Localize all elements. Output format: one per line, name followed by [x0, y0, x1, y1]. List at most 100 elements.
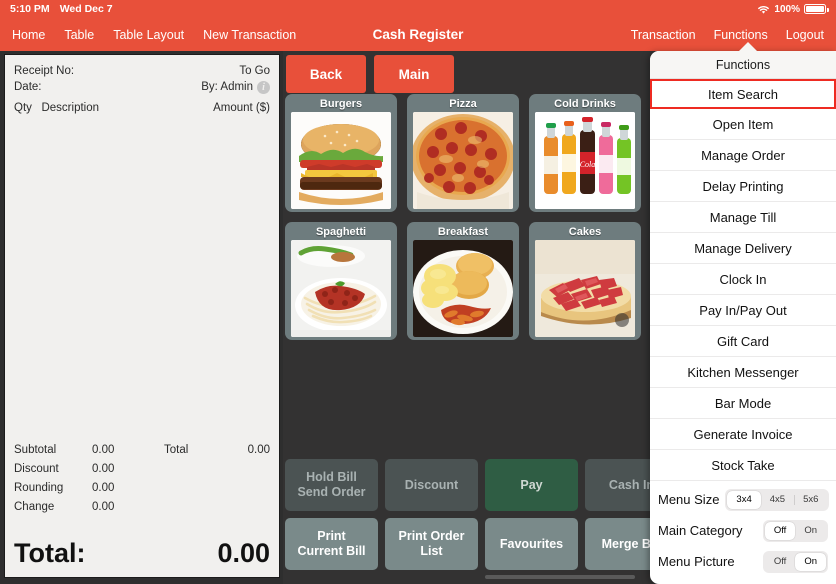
functions-dropdown-menu: Functions Item Search Open Item Manage O… [650, 51, 836, 584]
receipt-operator: By: Admin [201, 81, 253, 93]
menu-stock-take[interactable]: Stock Take [650, 450, 836, 481]
setting-menu-size: Menu Size 3x4 4x5 5x6 [650, 484, 836, 515]
setting-label: Main Category [658, 523, 743, 538]
main-button[interactable]: Main [374, 55, 454, 93]
menu-size-option-5x6[interactable]: 5x6 [794, 491, 827, 509]
pay-button[interactable]: Pay [485, 459, 578, 511]
navigation-bar: Cash Register Home Table Table Layout Ne… [0, 18, 836, 51]
spaghetti-photo [291, 240, 391, 337]
status-time: 5:10 PM [10, 3, 50, 15]
category-tile-cold-drinks[interactable]: Cold Drinks Cola [529, 94, 641, 212]
pizza-photo [413, 112, 513, 209]
menu-kitchen-messenger[interactable]: Kitchen Messenger [650, 357, 836, 388]
menu-pay-in-pay-out[interactable]: Pay In/Pay Out [650, 295, 836, 326]
home-indicator [484, 575, 635, 579]
grand-total-label: Total: [14, 538, 86, 568]
menu-size-option-3x4[interactable]: 3x4 [727, 490, 761, 509]
receipt-header: Receipt No: To Go Date: By: Admin i Qty … [5, 55, 279, 117]
wifi-icon [757, 5, 770, 15]
favourites-button[interactable]: Favourites [485, 518, 578, 570]
column-header-qty: Qty [14, 102, 32, 114]
category-tile-pizza[interactable]: Pizza [407, 94, 519, 212]
summary-value-change: 0.00 [92, 501, 115, 513]
menu-bar-mode[interactable]: Bar Mode [650, 388, 836, 419]
hold-bill-send-order-button[interactable]: Hold Bill Send Order [285, 459, 378, 511]
discount-button[interactable]: Discount [385, 459, 478, 511]
tile-label: Spaghetti [315, 226, 367, 238]
summary-value-total: 0.00 [247, 444, 270, 456]
main-category-option-on[interactable]: On [795, 522, 826, 540]
tile-label: Cakes [568, 226, 602, 238]
status-date: Wed Dec 7 [59, 3, 113, 15]
nav-table-layout[interactable]: Table Layout [113, 28, 184, 42]
menu-manage-delivery[interactable]: Manage Delivery [650, 233, 836, 264]
setting-menu-picture: Menu Picture Off On [650, 546, 836, 577]
tile-label: Pizza [449, 98, 477, 110]
summary-label-change: Change [14, 501, 55, 513]
cash-register-app: 5:10 PM Wed Dec 7 100% Cash Register Hom… [0, 0, 836, 584]
summary-label-discount: Discount [14, 463, 59, 475]
category-tile-burgers[interactable]: Burgers [285, 94, 397, 212]
menu-generate-invoice[interactable]: Generate Invoice [650, 419, 836, 450]
dropdown-header: Functions [650, 51, 836, 79]
category-tile-breakfast[interactable]: Breakfast [407, 222, 519, 340]
summary-value-rounding: 0.00 [92, 482, 115, 494]
nav-home[interactable]: Home [12, 28, 45, 42]
category-tile-spaghetti[interactable]: Spaghetti [285, 222, 397, 340]
menu-picture-segmented-control[interactable]: Off On [762, 550, 828, 573]
receipt-summary: Subtotal 0.00 Total 0.00 Discount 0.00 R… [5, 442, 279, 577]
status-bar: 5:10 PM Wed Dec 7 100% [0, 0, 836, 18]
breakfast-photo [413, 240, 513, 337]
menu-size-option-4x5[interactable]: 4x5 [761, 491, 794, 509]
menu-picture-option-off[interactable]: Off [765, 553, 796, 571]
battery-percent: 100% [774, 3, 800, 15]
summary-label-rounding: Rounding [14, 482, 64, 494]
info-icon[interactable]: i [257, 80, 270, 94]
grand-total-value: 0.00 [217, 538, 270, 568]
cold-drinks-photo: Cola [535, 112, 635, 209]
menu-size-segmented-control[interactable]: 3x4 4x5 5x6 [725, 488, 830, 511]
summary-value-subtotal: 0.00 [92, 444, 115, 456]
receipt-panel: Receipt No: To Go Date: By: Admin i Qty … [4, 54, 280, 578]
nav-functions[interactable]: Functions [714, 28, 768, 42]
menu-item-search[interactable]: Item Search [650, 79, 836, 109]
order-type-badge: To Go [239, 65, 270, 77]
menu-manage-order[interactable]: Manage Order [650, 140, 836, 171]
menu-open-item[interactable]: Open Item [650, 109, 836, 140]
receipt-column-headers: Qty Description Amount ($) [14, 99, 270, 117]
category-tile-cakes[interactable]: Cakes [529, 222, 641, 340]
column-header-description: Description [41, 102, 100, 114]
tile-label: Breakfast [437, 226, 489, 238]
tile-label: Cold Drinks [554, 98, 616, 110]
menu-delay-printing[interactable]: Delay Printing [650, 171, 836, 202]
dropdown-settings: Menu Size 3x4 4x5 5x6 Main Category Off … [650, 481, 836, 577]
main-category-segmented-control[interactable]: Off On [762, 519, 828, 542]
setting-label: Menu Size [658, 492, 720, 507]
receipt-items-list[interactable] [5, 117, 279, 442]
nav-new-transaction[interactable]: New Transaction [203, 28, 296, 42]
summary-label-subtotal: Subtotal [14, 444, 57, 456]
battery-icon [804, 4, 829, 14]
setting-main-category: Main Category Off On [650, 515, 836, 546]
setting-label: Menu Picture [658, 554, 735, 569]
menu-clock-in[interactable]: Clock In [650, 264, 836, 295]
main-category-option-off[interactable]: Off [764, 521, 796, 540]
dropdown-pointer-arrow [738, 42, 758, 52]
print-order-list-button[interactable]: Print Order List [385, 518, 478, 570]
menu-picture-option-on[interactable]: On [795, 552, 826, 571]
nav-transaction[interactable]: Transaction [631, 28, 696, 42]
back-button[interactable]: Back [286, 55, 366, 93]
menu-manage-till[interactable]: Manage Till [650, 202, 836, 233]
menu-gift-card[interactable]: Gift Card [650, 326, 836, 357]
print-current-bill-button[interactable]: Print Current Bill [285, 518, 378, 570]
svg-text:Cola: Cola [580, 160, 596, 169]
tile-label: Burgers [319, 98, 363, 110]
burger-photo [291, 112, 391, 209]
cake-photo [535, 240, 635, 337]
column-header-amount: Amount ($) [213, 102, 270, 114]
nav-table[interactable]: Table [64, 28, 94, 42]
summary-label-total: Total [164, 444, 189, 456]
grand-total-row: Total: 0.00 [14, 538, 270, 569]
nav-logout[interactable]: Logout [786, 28, 824, 42]
receipt-no-label: Receipt No: [14, 65, 75, 77]
